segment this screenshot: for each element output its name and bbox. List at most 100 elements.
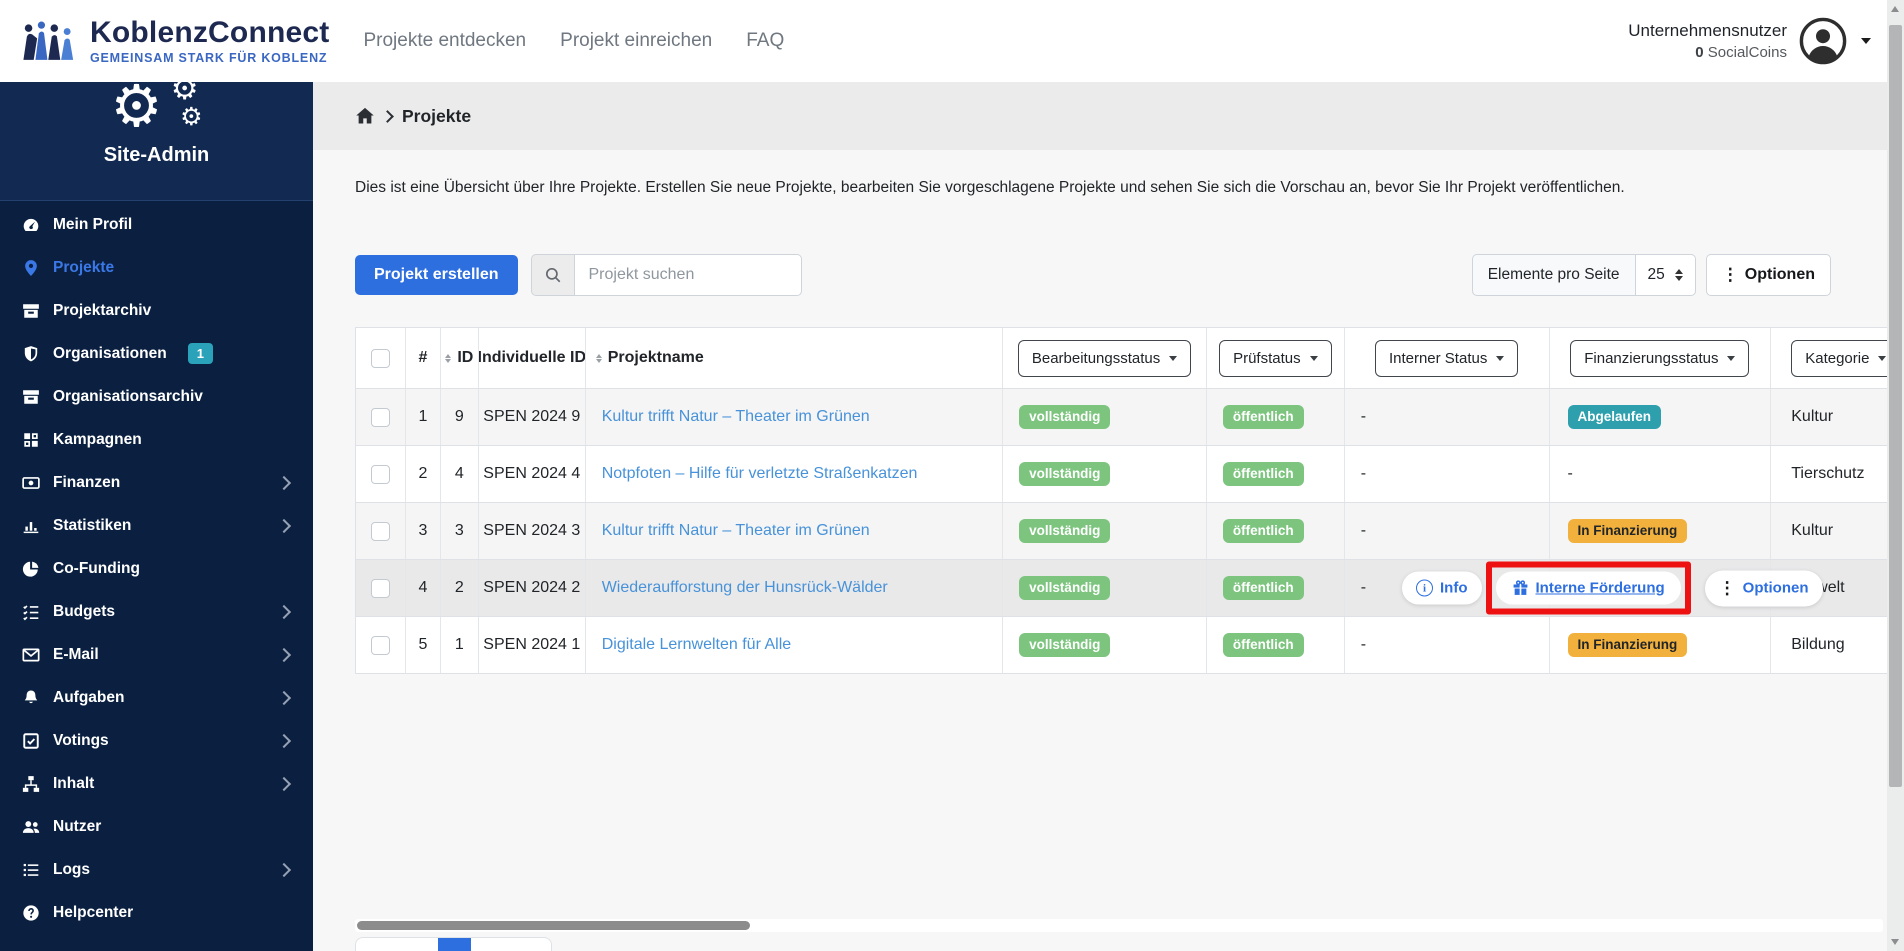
cell-individual-id: SPEN 2024 3 — [479, 503, 586, 559]
sidebar-item-kampagnen[interactable]: Kampagnen — [0, 418, 313, 461]
cell-id: 3 — [441, 503, 479, 559]
create-project-button[interactable]: Projekt erstellen — [355, 255, 518, 295]
header-num: # — [406, 328, 441, 388]
sort-icon[interactable] — [445, 353, 452, 363]
interne-foerderung-button[interactable]: Interne Förderung — [1495, 571, 1681, 605]
info-button[interactable]: Info — [1402, 571, 1482, 605]
filter-finanzierungsstatus-button[interactable]: Finanzierungsstatus — [1570, 339, 1750, 377]
per-page-group: Elemente pro Seite 25 — [1471, 254, 1696, 296]
sidebar-item-mein-profil[interactable]: Mein Profil — [0, 203, 313, 246]
row-checkbox[interactable] — [370, 407, 390, 427]
sidebar-item-label: Logs — [53, 860, 91, 878]
header-pruefstatus: Prüfstatus — [1207, 328, 1345, 388]
row-options-label: Optionen — [1742, 579, 1809, 597]
brand-text: KoblenzConnect GEMEINSAM STARK FÜR KOBLE… — [90, 17, 329, 65]
header-bearbeitungsstatus: Bearbeitungsstatus — [1003, 328, 1207, 388]
avatar[interactable] — [1799, 17, 1847, 65]
cell-interner-status: - — [1345, 446, 1550, 502]
horizontal-scrollbar-thumb[interactable] — [357, 921, 750, 930]
chevron-right-icon — [276, 733, 292, 748]
vertical-scrollbar[interactable] — [1887, 0, 1904, 951]
project-link[interactable]: Notpfoten – Hilfe für verletzte Straßenk… — [602, 465, 918, 483]
project-link[interactable]: Kultur trifft Natur – Theater im Grünen — [602, 522, 870, 540]
project-link[interactable]: Wiederaufforstung der Hunsrück-Wälder — [602, 579, 888, 597]
filter-interner-status-button[interactable]: Interner Status — [1374, 339, 1519, 377]
sidebar-item-nutzer[interactable]: Nutzer — [0, 805, 313, 848]
sidebar-item-co-funding[interactable]: Co-Funding — [0, 547, 313, 590]
row-checkbox[interactable] — [370, 521, 390, 541]
user-dropdown-caret-icon[interactable] — [1861, 38, 1871, 44]
coins-count: 0 — [1695, 44, 1704, 61]
coins-label: SocialCoins — [1707, 44, 1787, 61]
cell-kategorie: Tierschutz — [1791, 465, 1865, 482]
sort-icon[interactable] — [595, 353, 602, 363]
chevron-right-icon — [276, 604, 292, 619]
sidebar-item-label: Kampagnen — [53, 430, 142, 448]
sidebar-item-votings[interactable]: Votings — [0, 719, 313, 762]
chevron-right-icon — [276, 475, 292, 490]
sidebar-item-inhalt[interactable]: Inhalt — [0, 762, 313, 805]
pagination-prev[interactable] — [356, 938, 438, 951]
cell-id: 9 — [441, 389, 479, 445]
brand-logo[interactable]: KoblenzConnect GEMEINSAM STARK FÜR KOBLE… — [0, 17, 329, 65]
chevron-right-icon — [276, 518, 292, 533]
nav-projekte-entdecken[interactable]: Projekte entdecken — [363, 30, 526, 52]
cell-kategorie: Kultur — [1791, 522, 1834, 539]
project-link[interactable]: Kultur trifft Natur – Theater im Grünen — [602, 408, 870, 426]
row-checkbox[interactable] — [370, 578, 390, 598]
row-checkbox[interactable] — [370, 635, 390, 655]
kebab-icon — [1722, 265, 1739, 285]
table-row: 4 2 SPEN 2024 2 Wiederaufforstung der Hu… — [356, 559, 1887, 616]
sidebar-item-organisationsarchiv[interactable]: Organisationsarchiv — [0, 375, 313, 418]
caret-down-icon — [1309, 355, 1318, 361]
scroll-up-icon[interactable] — [1891, 6, 1899, 12]
pagination-next[interactable] — [471, 938, 551, 951]
header-projektname: Projektname — [586, 328, 1004, 388]
people-logo-icon — [23, 21, 74, 60]
sidebar-item-organisationen[interactable]: Organisationen 1 — [0, 332, 313, 375]
brand-tagline: GEMEINSAM STARK FÜR KOBLENZ — [90, 50, 328, 65]
sidebar-item-helpcenter[interactable]: Helpcenter — [0, 891, 313, 934]
caret-down-icon — [1169, 355, 1178, 361]
search-input[interactable] — [573, 254, 802, 296]
sidebar-item-logs[interactable]: Logs — [0, 848, 313, 891]
header-id-label: ID — [457, 349, 474, 366]
per-page-select[interactable]: 25 — [1635, 254, 1696, 296]
cell-individual-id: SPEN 2024 2 — [479, 560, 586, 616]
sidebar-item-budgets[interactable]: Budgets — [0, 590, 313, 633]
per-page-value: 25 — [1647, 266, 1665, 283]
sitemap-icon — [22, 775, 40, 792]
row-checkbox[interactable] — [370, 464, 390, 484]
header-checkbox-cell — [356, 328, 406, 388]
table-row: 5 1 SPEN 2024 1 Digitale Lernwelten für … — [356, 616, 1887, 673]
sidebar-item-statistiken[interactable]: Statistiken — [0, 504, 313, 547]
options-button[interactable]: Optionen — [1705, 254, 1831, 296]
sidebar-item-email[interactable]: E-Mail — [0, 633, 313, 676]
chevron-right-icon — [276, 647, 292, 662]
page-description: Dies ist eine Übersicht über Ihre Projek… — [355, 179, 1625, 196]
pagination-current-page[interactable] — [438, 938, 471, 951]
cell-id: 1 — [441, 617, 479, 673]
sidebar-item-aufgaben[interactable]: Aufgaben — [0, 676, 313, 719]
home-icon[interactable] — [355, 106, 375, 126]
vertical-scrollbar-thumb[interactable] — [1889, 25, 1902, 787]
filter-bearbeitungsstatus-button[interactable]: Bearbeitungsstatus — [1017, 339, 1192, 377]
user-coins: 0 SocialCoins — [1628, 44, 1787, 61]
user-menu[interactable]: Unternehmensnutzer 0 SocialCoins — [1628, 17, 1887, 65]
sidebar-item-projekte[interactable]: Projekte — [0, 246, 313, 289]
sidebar-item-finanzen[interactable]: Finanzen — [0, 461, 313, 504]
nav-projekt-einreichen[interactable]: Projekt einreichen — [560, 30, 712, 52]
filter-pruefstatus-button[interactable]: Prüfstatus — [1219, 339, 1332, 377]
status-badge: öffentlich — [1222, 404, 1304, 430]
row-options-button[interactable]: Optionen — [1704, 570, 1823, 606]
filter-kategorie-button[interactable]: Kategorie — [1791, 339, 1887, 377]
sidebar-item-projektarchiv[interactable]: Projektarchiv — [0, 289, 313, 332]
cell-individual-id: SPEN 2024 4 — [479, 446, 586, 502]
project-link[interactable]: Digitale Lernwelten für Alle — [602, 636, 791, 654]
scroll-down-icon[interactable] — [1891, 939, 1899, 945]
nav-faq[interactable]: FAQ — [746, 30, 784, 52]
status-badge: öffentlich — [1222, 461, 1304, 487]
horizontal-scrollbar[interactable] — [355, 919, 1883, 932]
cell-num: 1 — [406, 389, 441, 445]
select-all-checkbox[interactable] — [370, 348, 390, 368]
